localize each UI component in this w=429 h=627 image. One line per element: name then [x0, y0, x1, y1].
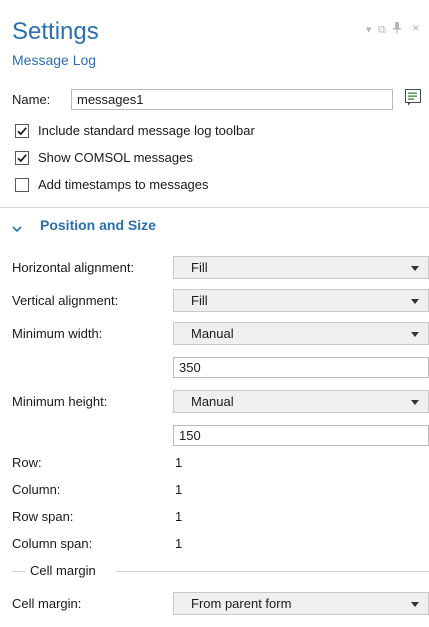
- page-subtitle: Message Log: [12, 52, 97, 68]
- vertical-alignment-select[interactable]: Fill: [173, 289, 429, 312]
- minimum-height-field[interactable]: 150: [173, 425, 429, 446]
- row-label: Row:: [12, 455, 42, 470]
- chevron-down-icon: [411, 299, 419, 304]
- minimum-width-mode-select[interactable]: Manual: [173, 322, 429, 345]
- section-divider: [0, 207, 429, 208]
- include-toolbar-checkbox[interactable]: [15, 124, 29, 138]
- row-value: 1: [175, 455, 183, 470]
- row-span-value: 1: [175, 509, 183, 524]
- minimum-height-label: Minimum height:: [12, 394, 108, 409]
- show-comsol-messages-label: Show COMSOL messages: [38, 150, 193, 165]
- horizontal-alignment-select[interactable]: Fill: [173, 256, 429, 279]
- column-span-value: 1: [175, 536, 183, 551]
- chevron-down-icon: [12, 221, 22, 236]
- edit-list-icon[interactable]: [404, 88, 422, 106]
- show-comsol-messages-checkbox[interactable]: [15, 151, 29, 165]
- cell-margin-select[interactable]: From parent form: [173, 592, 429, 615]
- vertical-alignment-label: Vertical alignment:: [12, 293, 119, 308]
- chevron-down-icon: [411, 266, 419, 271]
- pin-icon[interactable]: [393, 22, 401, 37]
- close-icon[interactable]: ×: [412, 21, 420, 34]
- minimum-width-mode-value: Manual: [191, 326, 234, 341]
- minimum-width-label: Minimum width:: [12, 326, 103, 341]
- cell-margin-value: From parent form: [191, 596, 292, 611]
- section-header-position-and-size[interactable]: Position and Size: [12, 216, 212, 234]
- group-rule-left: [12, 571, 25, 572]
- float-window-icon[interactable]: ⧉: [378, 24, 386, 36]
- chevron-down-icon: [411, 400, 419, 405]
- vertical-alignment-value: Fill: [191, 293, 208, 308]
- horizontal-alignment-value: Fill: [191, 260, 208, 275]
- include-toolbar-label: Include standard message log toolbar: [38, 123, 255, 138]
- chevron-down-icon: [411, 332, 419, 337]
- add-timestamps-checkbox[interactable]: [15, 178, 29, 192]
- section-title: Position and Size: [40, 217, 156, 233]
- horizontal-alignment-label: Horizontal alignment:: [12, 260, 135, 275]
- minimum-height-mode-value: Manual: [191, 394, 234, 409]
- minimum-height-mode-select[interactable]: Manual: [173, 390, 429, 413]
- panel-menu-dropdown-icon[interactable]: ▾: [366, 24, 372, 36]
- column-value: 1: [175, 482, 183, 497]
- name-field[interactable]: messages1: [71, 89, 393, 110]
- minimum-width-field[interactable]: 350: [173, 357, 429, 378]
- column-span-label: Column span:: [12, 536, 93, 551]
- cell-margin-group-label: Cell margin: [30, 563, 96, 578]
- chevron-down-icon: [411, 602, 419, 607]
- group-rule-right: [116, 571, 429, 572]
- cell-margin-label: Cell margin:: [12, 596, 82, 611]
- column-label: Column:: [12, 482, 61, 497]
- row-span-label: Row span:: [12, 509, 74, 524]
- add-timestamps-label: Add timestamps to messages: [38, 177, 209, 192]
- name-label: Name:: [12, 92, 51, 107]
- page-title: Settings: [12, 18, 99, 45]
